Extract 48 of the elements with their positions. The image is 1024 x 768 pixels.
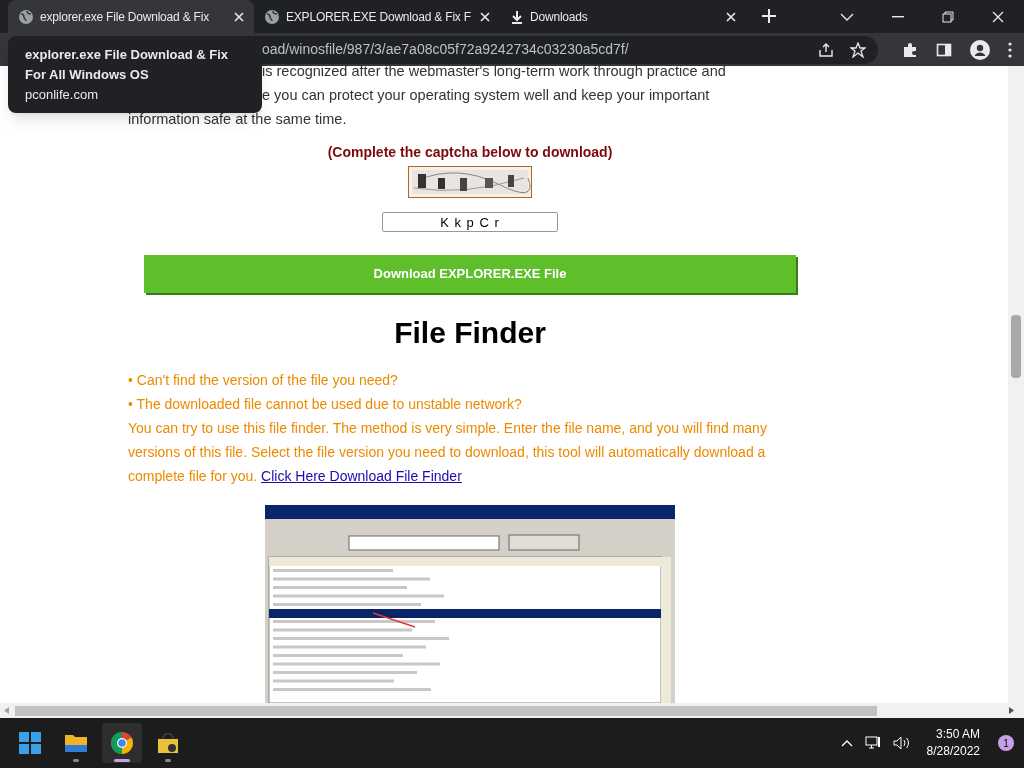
- volume-icon[interactable]: [892, 736, 911, 750]
- share-icon[interactable]: [818, 41, 834, 58]
- close-icon[interactable]: [234, 11, 244, 22]
- minimize-icon[interactable]: [892, 15, 904, 18]
- tab-title: Downloads: [530, 8, 589, 26]
- restore-icon[interactable]: [942, 10, 954, 23]
- scroll-thumb[interactable]: [1011, 315, 1021, 378]
- tab-title: EXPLORER.EXE Download & Fix F: [286, 8, 472, 26]
- download-icon: [510, 9, 524, 24]
- profile-icon[interactable]: [970, 39, 990, 60]
- tab-title: explorer.exe File Download & Fix: [40, 8, 210, 26]
- puzzle-icon[interactable]: [902, 41, 918, 58]
- captcha-input[interactable]: K k p C r: [382, 212, 558, 232]
- body-text: e you can protect your operating system well and keep your important: [262, 86, 710, 105]
- browser-tab[interactable]: explorer.exe File Download & Fix: [8, 0, 254, 33]
- globe-icon: [264, 8, 280, 25]
- bullet-text: • The downloaded file cannot be used due to unstable network?: [128, 395, 523, 414]
- close-icon[interactable]: [480, 11, 490, 22]
- tooltip-host: pconlife.com: [25, 86, 99, 104]
- globe-icon: [18, 8, 34, 25]
- download-link[interactable]: Click Here Download File Finder: [261, 468, 462, 484]
- start-icon: [17, 730, 43, 756]
- close-icon[interactable]: [726, 11, 736, 22]
- heading: File Finder: [394, 315, 546, 351]
- body-text: information safe at the same time.: [128, 110, 347, 129]
- chevron-down-icon[interactable]: [840, 12, 854, 21]
- scroll-thumb[interactable]: [15, 705, 877, 716]
- clock-time[interactable]: 3:50 AM: [935, 726, 980, 743]
- scrollbar[interactable]: [1008, 66, 1024, 703]
- package-icon: [155, 730, 181, 756]
- network-icon[interactable]: [864, 736, 881, 750]
- new-tab-icon[interactable]: [762, 9, 776, 23]
- notification-badge[interactable]: 1: [998, 735, 1014, 751]
- body-text: is recognized after the webmaster's long-term work through practice and: [262, 66, 726, 81]
- clock-date[interactable]: 8/28/2022: [926, 743, 980, 760]
- captcha-prompt: (Complete the captcha below to download): [327, 143, 613, 162]
- side-panel-icon[interactable]: [936, 41, 952, 58]
- taskbar-button[interactable]: [102, 723, 142, 763]
- paragraph: You can try to use this file finder. The method is very simple. Enter the file name, and you will find many versions of this file. Select the file version you need to download, this tool will automatically download a complete file for you. Click Here Download File Finder: [128, 419, 768, 486]
- more-icon[interactable]: [1008, 41, 1012, 58]
- star-icon[interactable]: [850, 41, 866, 58]
- url-text[interactable]: oad/winosfile/987/3/ae7a08c05f72a9242734c03230a5cd7f/: [262, 39, 818, 60]
- scrollbar[interactable]: [0, 703, 1024, 718]
- chrome-icon: [109, 730, 135, 756]
- scroll-right-icon[interactable]: [1009, 707, 1014, 714]
- close-icon[interactable]: [992, 10, 1004, 23]
- bullet-text: • Can't find the version of the file you need?: [128, 371, 399, 390]
- chevron-up-icon[interactable]: [840, 739, 853, 747]
